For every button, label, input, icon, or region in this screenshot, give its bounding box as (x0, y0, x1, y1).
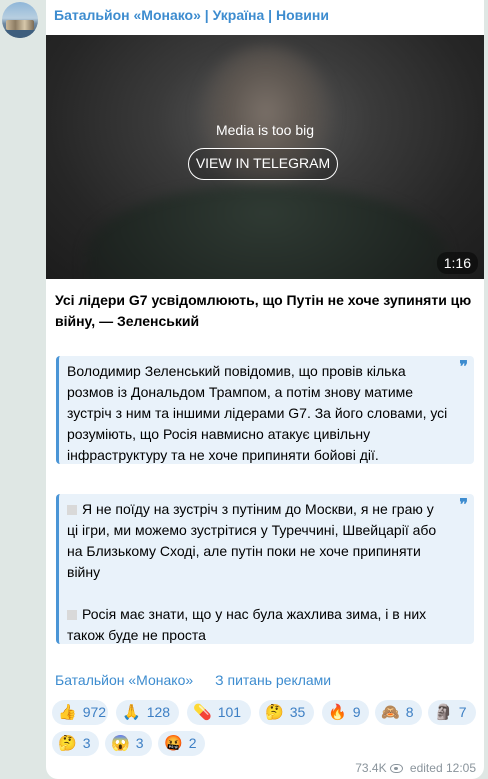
moai-icon: 🗿 (434, 704, 453, 721)
eye-icon (389, 764, 403, 773)
edited-label: edited (409, 761, 443, 775)
reaction-count: 128 (146, 704, 171, 720)
avatar-water (2, 30, 38, 38)
fire-icon: 🔥 (328, 704, 347, 721)
quote-block: ❞ Володимир Зеленський повідомив, що про… (56, 356, 474, 464)
post-links: Батальйон «Монако» З питань реклами (55, 672, 353, 688)
video-media[interactable]: Media is too big VIEW IN TELEGRAM 1:16 (46, 35, 484, 279)
reaction-button[interactable]: 💊 101 (187, 700, 251, 725)
quote-paragraph: Я не поїду на зустріч з путіним до Москв… (67, 499, 448, 583)
blurred-thumbnail-body (86, 185, 446, 279)
video-duration-badge: 1:16 (436, 252, 478, 274)
quote-icon: ❞ (459, 497, 468, 514)
reaction-count: 3 (82, 735, 91, 751)
quote-text: Володимир Зеленський повідомив, що прові… (67, 363, 448, 463)
avatar-building (6, 20, 34, 30)
media-too-big-message: Media is too big (215, 122, 315, 138)
quote-text: Росія має знати, що у нас була жахлива з… (67, 606, 427, 643)
reaction-count: 972 (82, 704, 107, 720)
pill-icon: 💊 (193, 704, 212, 721)
thinking-face-icon: 🤔 (265, 704, 284, 721)
quote-text: Я не поїду на зустріч з путіним до Москв… (67, 501, 437, 580)
square-bullet-icon (67, 505, 77, 515)
reaction-count: 2 (188, 735, 197, 751)
quote-paragraph: Росія має знати, що у нас була жахлива з… (67, 604, 448, 646)
reaction-count: 7 (458, 704, 467, 720)
message-bubble: Батальйон «Монако» | Україна | Новини Me… (46, 0, 484, 779)
message-meta: 73.4K edited 12:05 (355, 761, 476, 775)
quote-block: ❞ Я не поїду на зустріч з путіним до Мос… (56, 494, 474, 644)
channel-avatar[interactable] (2, 2, 38, 38)
reaction-count: 9 (352, 704, 361, 720)
reaction-count: 35 (289, 704, 306, 720)
views-count: 73.4K (355, 761, 387, 775)
reaction-button[interactable]: 🤔 35 (259, 700, 314, 725)
ads-link[interactable]: З питань реклами (215, 672, 331, 688)
channel-title[interactable]: Батальйон «Монако» | Україна | Новини (54, 7, 329, 23)
reaction-button[interactable]: 👍 972 (52, 700, 108, 725)
reaction-button[interactable]: 😱 3 (105, 731, 152, 756)
screaming-face-icon: 😱 (111, 735, 130, 752)
see-no-evil-monkey-icon: 🙈 (381, 704, 400, 721)
thinking-face-icon: 🤔 (58, 735, 77, 752)
channel-link[interactable]: Батальйон «Монако» (55, 672, 193, 688)
view-in-telegram-button[interactable]: VIEW IN TELEGRAM (188, 148, 338, 180)
quote-icon: ❞ (459, 359, 468, 376)
thumbs-up-icon: 👍 (58, 704, 77, 721)
reaction-button[interactable]: 🤔 3 (52, 731, 99, 756)
reaction-button[interactable]: 🙏 128 (116, 700, 179, 725)
praying-hands-icon: 🙏 (122, 704, 141, 721)
cursing-face-icon: 🤬 (164, 735, 183, 752)
message-time: 12:05 (445, 761, 476, 775)
reaction-button[interactable]: 🤬 2 (158, 731, 205, 756)
reaction-count: 101 (217, 704, 242, 720)
post-headline: Усі лідери G7 усвідомлюють, що Путін не … (55, 292, 472, 329)
square-bullet-icon (67, 610, 77, 620)
reaction-button[interactable]: 🙈 8 (375, 700, 422, 725)
reaction-count: 3 (135, 735, 144, 751)
reaction-button[interactable]: 🗿 7 (428, 700, 476, 725)
reaction-button[interactable]: 🔥 9 (322, 700, 369, 725)
reaction-count: 8 (405, 704, 414, 720)
